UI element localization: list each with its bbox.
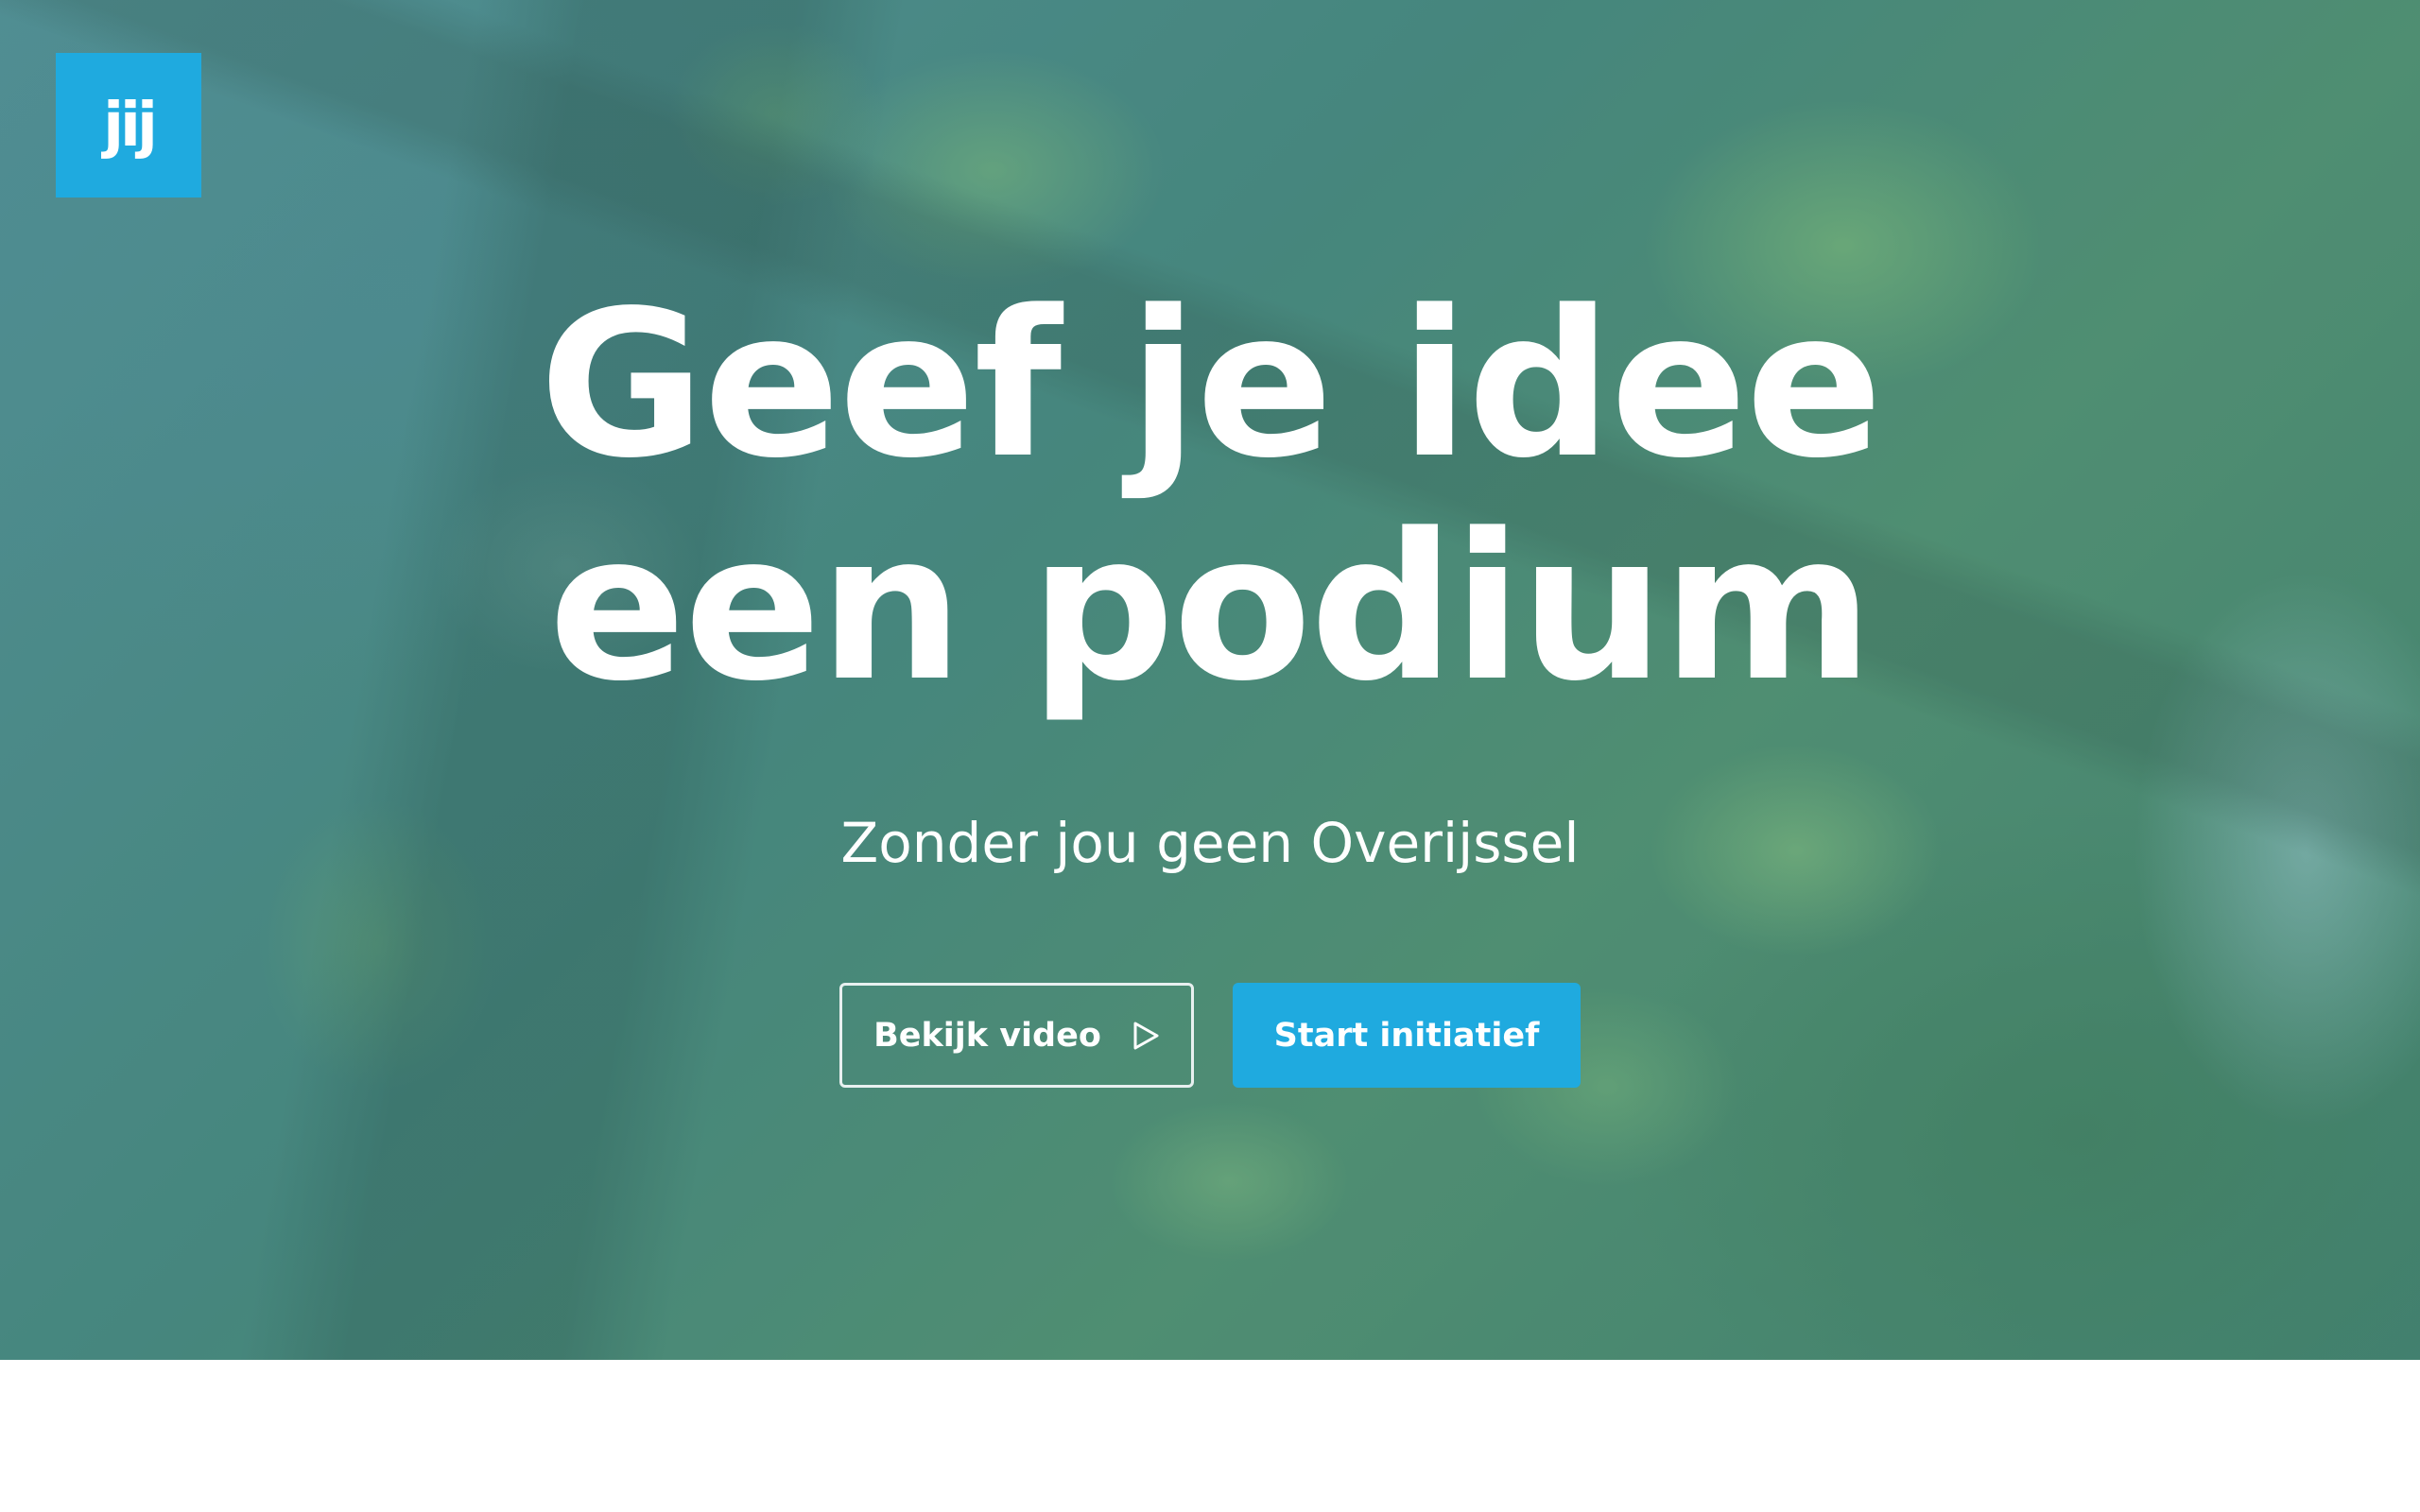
hero-title-line-1: Geef je idee: [539, 267, 1882, 503]
hero-subtitle: Zonder jou geen Overijssel: [840, 811, 1580, 875]
watch-video-label: Bekijk video: [873, 1016, 1101, 1055]
logo-text: jij: [103, 90, 158, 161]
hero-title-line-2: een podium: [548, 490, 1873, 726]
content-below-hero: [0, 1360, 2420, 1512]
start-initiative-button[interactable]: Start initiatief: [1233, 983, 1581, 1088]
play-icon: [1133, 1022, 1159, 1049]
start-initiative-label: Start initiatief: [1273, 1016, 1540, 1055]
hero-section: jij Geef je idee een podium Zonder jou g…: [0, 0, 2420, 1360]
watch-video-button[interactable]: Bekijk video: [839, 983, 1194, 1088]
hero-title: Geef je idee een podium: [0, 274, 2420, 720]
jij-logo[interactable]: jij: [56, 53, 201, 198]
